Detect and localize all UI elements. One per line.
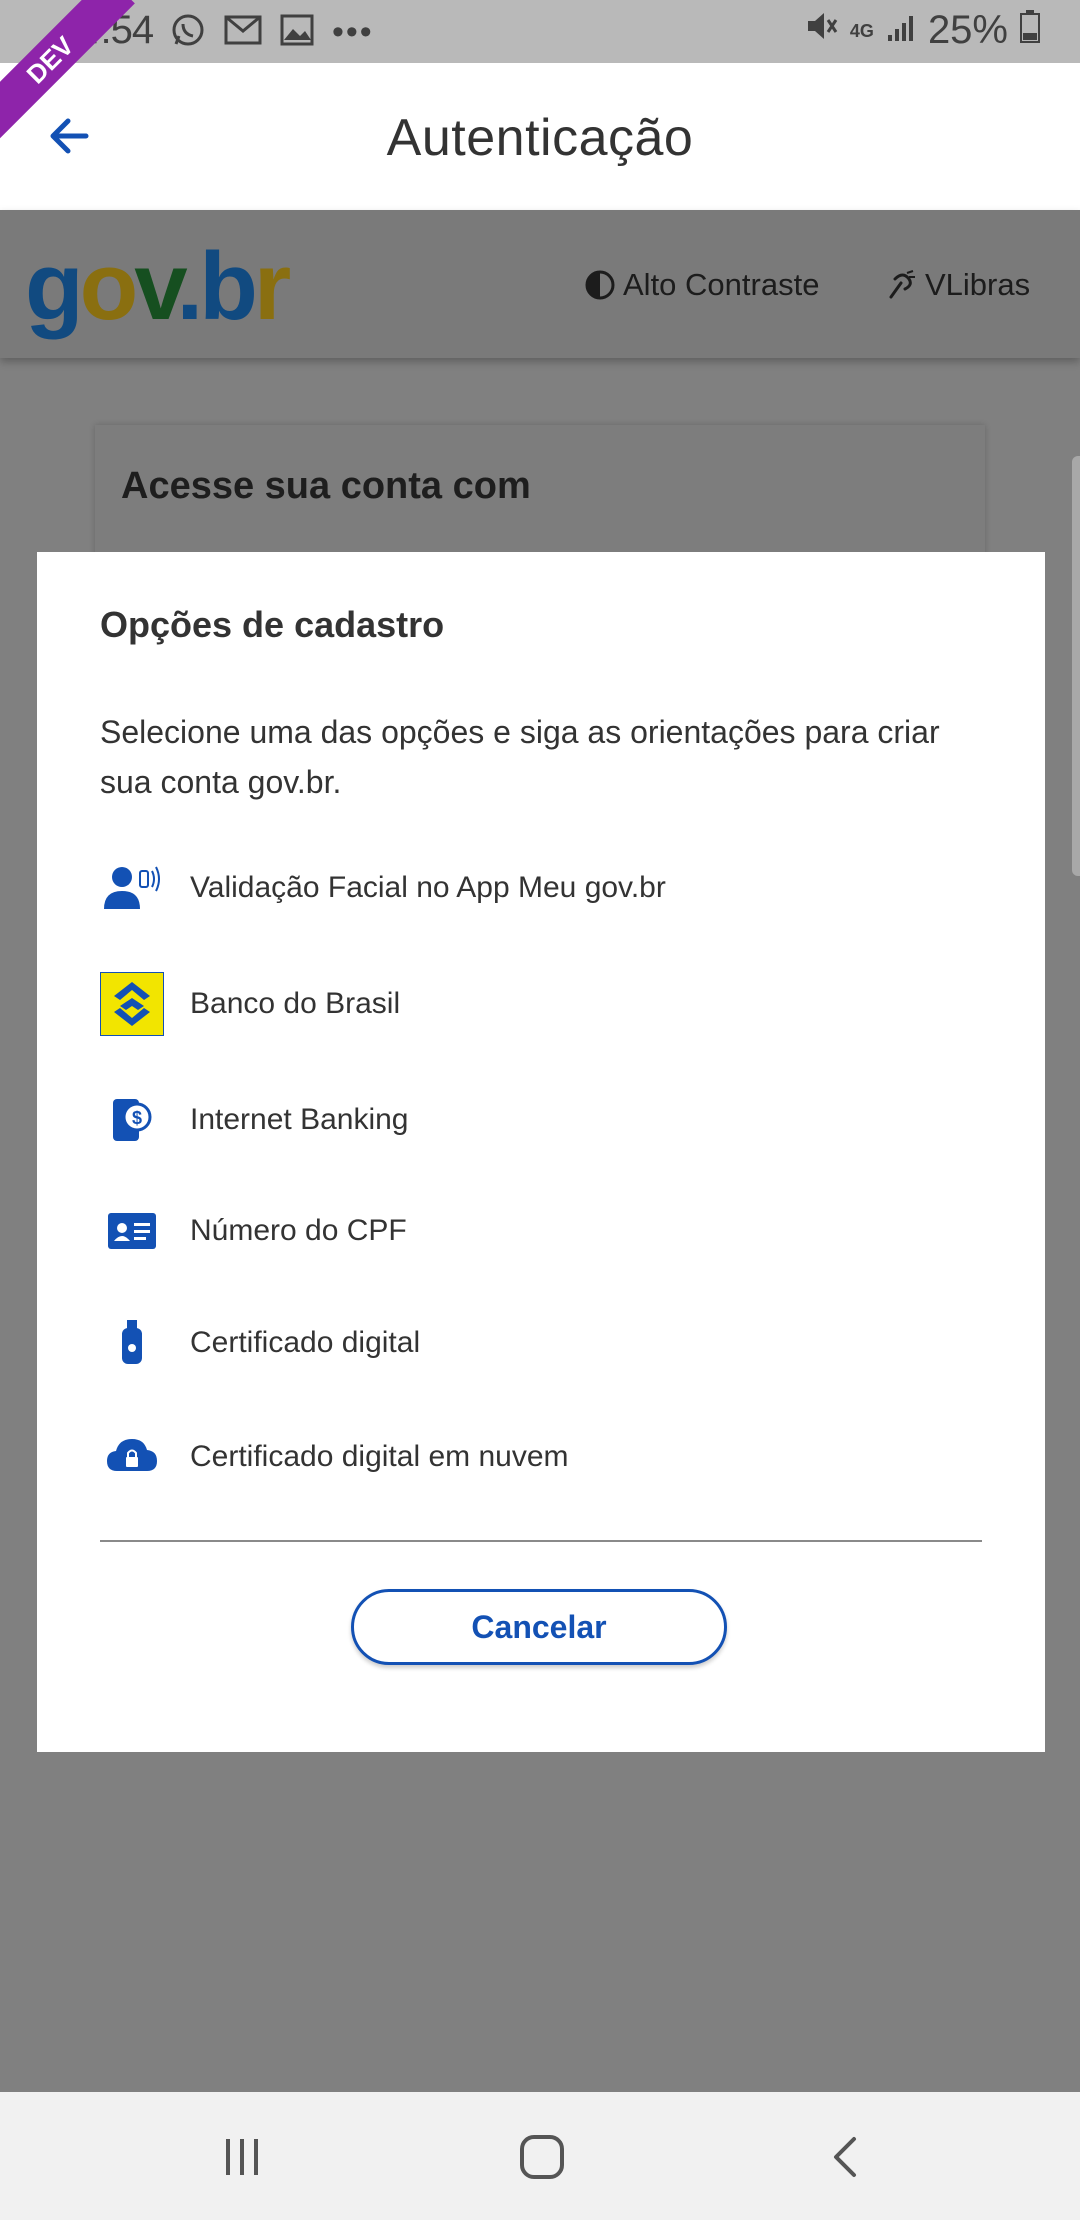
dialog-description: Selecione uma das opções e siga as orien… bbox=[100, 714, 940, 800]
network-label: 4G bbox=[849, 20, 874, 41]
option-label: Validação Facial no App Meu gov.br bbox=[190, 871, 666, 904]
gmail-icon bbox=[224, 14, 262, 51]
banco-do-brasil-icon bbox=[100, 972, 164, 1036]
whatsapp-icon bbox=[170, 12, 206, 53]
option-label: Certificado digital em nuvem bbox=[190, 1440, 569, 1473]
face-validation-icon bbox=[100, 856, 164, 920]
high-contrast-label: Alto Contraste bbox=[623, 267, 820, 302]
option-cloud-certificate[interactable]: Certificado digital em nuvem bbox=[100, 1419, 980, 1495]
logo-letter-v: v bbox=[134, 233, 180, 340]
more-notifications-icon: ••• bbox=[332, 13, 374, 51]
logo-letter-b: b bbox=[199, 233, 258, 340]
signal-icon bbox=[886, 8, 916, 53]
usb-token-icon bbox=[100, 1311, 164, 1375]
battery-icon bbox=[1020, 8, 1040, 53]
system-nav-bar bbox=[0, 2092, 1080, 2220]
option-cpf-number[interactable]: Número do CPF bbox=[100, 1193, 980, 1269]
logo-dot: . bbox=[176, 233, 204, 340]
cancel-button[interactable]: Cancelar bbox=[351, 1589, 727, 1665]
cloud-lock-icon bbox=[100, 1425, 164, 1489]
internet-banking-icon: $ bbox=[100, 1088, 164, 1152]
battery-percent: 25% bbox=[927, 8, 1008, 52]
logo-letter-r: r bbox=[253, 233, 291, 340]
registration-options-dialog: Opções de cadastro Selecione uma das opç… bbox=[37, 552, 1045, 1752]
divider bbox=[100, 1540, 982, 1542]
vlibras-button[interactable]: VLibras bbox=[885, 267, 1030, 303]
mute-icon bbox=[804, 8, 838, 53]
recent-apps-button[interactable] bbox=[202, 2122, 282, 2192]
option-label: Banco do Brasil bbox=[190, 987, 401, 1020]
status-right: 4G 25% bbox=[804, 8, 1040, 53]
option-facial-validation[interactable]: Validação Facial no App Meu gov.br bbox=[100, 850, 980, 926]
app-bar: Autenticação bbox=[0, 63, 1080, 210]
option-internet-banking[interactable]: $ Internet Banking bbox=[100, 1082, 980, 1158]
option-label: Número do CPF bbox=[190, 1214, 407, 1247]
home-button[interactable] bbox=[502, 2122, 582, 2192]
option-banco-do-brasil[interactable]: Banco do Brasil bbox=[100, 966, 980, 1042]
gallery-icon bbox=[280, 14, 314, 51]
contrast-icon bbox=[585, 270, 615, 300]
option-label: Internet Banking bbox=[190, 1103, 409, 1136]
option-label: Certificado digital bbox=[190, 1326, 421, 1359]
govbr-header: gov.br Alto Contraste VLibras bbox=[0, 210, 1080, 358]
scrollbar[interactable] bbox=[1072, 456, 1080, 876]
sign-language-icon bbox=[889, 270, 915, 299]
page-title: Autenticação bbox=[386, 109, 694, 167]
govbr-logo[interactable]: gov.br bbox=[25, 232, 291, 342]
vlibras-label: VLibras bbox=[925, 267, 1031, 302]
logo-letter-o: o bbox=[79, 233, 139, 340]
status-bar: 14:54 ••• 4G 25% bbox=[0, 0, 1080, 63]
id-card-icon bbox=[100, 1199, 164, 1263]
option-digital-certificate[interactable]: Certificado digital bbox=[100, 1305, 980, 1381]
chevron-left-icon bbox=[834, 2137, 856, 2177]
svg-text:$: $ bbox=[132, 1108, 142, 1128]
notification-icons: ••• bbox=[170, 12, 374, 53]
dialog-title: Opções de cadastro bbox=[100, 604, 445, 645]
logo-letter-g: g bbox=[25, 233, 84, 340]
home-icon bbox=[520, 2135, 564, 2179]
back-nav-button[interactable] bbox=[806, 2122, 886, 2192]
high-contrast-button[interactable]: Alto Contraste bbox=[585, 267, 819, 303]
login-card-title: Acesse sua conta com bbox=[121, 465, 531, 507]
recent-apps-icon bbox=[226, 2139, 258, 2175]
